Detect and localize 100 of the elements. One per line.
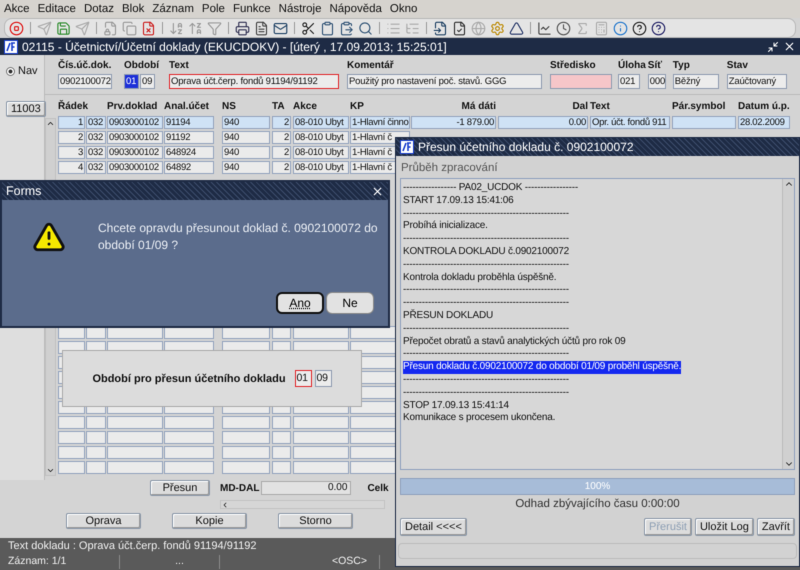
menu-item[interactable]: Dotaz [84,3,114,15]
scroll-up-icon[interactable] [46,119,55,128]
clipboard-icon[interactable] [320,20,335,36]
table-cell [86,431,106,444]
dialog-button[interactable]: Zavřít [756,518,795,536]
document-delete-icon[interactable] [141,20,156,36]
field-label: Úloha [618,60,646,72]
log-line: START 17.09.13 15:41:06 [403,194,514,208]
close-icon[interactable] [371,184,384,198]
column-header: KP [350,100,365,114]
mail-icon[interactable] [273,20,288,36]
table-cell: 940 [222,161,270,174]
table-cell: 2 [272,161,291,174]
input-field[interactable]: Běžný [672,74,719,89]
input-field[interactable]: Oprava účt.čerp. fondů 91194/91192 [169,74,339,89]
action-button[interactable]: Storno [278,513,353,529]
field-label: Síť [648,60,662,72]
table-cell: 64892 [164,161,214,174]
input-field[interactable]: Použitý pro nastavení poč. stavů. GGG [347,74,542,89]
help-icon[interactable] [651,20,666,36]
input-field[interactable]: 021 [618,74,640,89]
progress-label: 100% [584,481,612,492]
record-button[interactable]: 11003 [6,101,46,117]
column-header: Dal [571,100,588,114]
record-counter: Záznam: 1/1 [8,555,120,569]
input-field[interactable] [550,74,612,89]
table-cell [222,461,270,474]
input-field[interactable]: 0902100072 [58,74,112,89]
close-icon[interactable] [783,40,796,53]
input-field[interactable]: Zaúčtovaný [726,74,787,89]
paste-icon[interactable] [339,20,354,36]
action-button[interactable]: Oprava [66,513,141,529]
table-cell: 0903000102 [107,131,163,144]
triangle-icon[interactable] [509,20,524,36]
log-line: Kontrola dokladu proběhla úspěšně. [403,272,556,284]
field-label: Období [124,60,159,72]
document-check-icon[interactable] [452,20,467,36]
table-cell: 032 [86,116,106,129]
table-cell: 0903000102 [107,116,163,129]
dialog-button[interactable]: Ne [326,292,374,314]
chart-icon[interactable] [537,20,552,36]
table-cell [293,416,349,429]
menu-item[interactable]: Pole [202,3,225,15]
dialog-button[interactable]: Detail <<<< [400,518,467,536]
clock-icon[interactable] [556,20,571,36]
table-cell [86,416,106,429]
table-cell [58,431,85,444]
log-line: ----------------------------------------------------- [403,374,569,387]
period-field[interactable]: 09 [314,370,332,387]
radio-button[interactable] [6,66,15,76]
warning-icon [32,220,66,254]
document-icon[interactable] [254,20,269,36]
table-cell [293,431,349,444]
menu-item[interactable]: Editace [38,3,76,15]
period-field[interactable]: 01 [294,370,312,387]
period-field[interactable]: 01 [124,74,139,89]
printer-icon[interactable] [235,20,250,36]
log-line: ----------------------------------------------------- [403,284,569,298]
alert-message: Chcete opravdu přesunout doklad č. 0902100072 do období 01/09 ? [98,220,379,254]
period-label: Období pro přesun účetního dokladu [92,372,286,384]
dialog-button[interactable]: Uložit Log [694,518,754,536]
search-icon[interactable] [358,20,373,36]
md-dal-field: 0.00 [261,481,352,495]
stop-icon[interactable] [9,20,24,36]
table-cell [86,446,106,459]
table-cell [164,446,214,459]
period-field[interactable]: 09 [140,74,155,89]
input-field[interactable]: 000 [648,74,666,89]
menu-item[interactable]: Okno [390,3,418,15]
log-line: ----------------------------------------------------- [403,233,569,246]
menu-item[interactable]: Záznam [152,3,194,15]
move-button[interactable]: Přesun [150,480,210,496]
log-line: ----------------------------------------------------- [403,297,569,309]
restore-icon[interactable] [767,40,779,52]
info-icon[interactable] [613,20,628,36]
table-cell: 940 [222,131,270,144]
vertical-scrollbar[interactable] [782,179,794,469]
table-cell: 0.00 [498,116,588,129]
import-icon[interactable] [433,20,448,36]
scroll-left-icon[interactable] [221,500,229,508]
table-cell: 08-010 Ubyt [293,131,349,144]
app-logo-icon [400,140,414,154]
table-cell [293,461,349,474]
menu-item[interactable]: Funkce [232,3,271,15]
help-icon[interactable] [632,20,647,36]
field-label: Typ [672,60,690,72]
table-cell [222,431,270,444]
scissors-icon[interactable] [301,20,316,36]
dialog-button[interactable]: Ano [276,292,324,314]
table-cell [164,431,214,444]
action-button[interactable]: Kopie [172,513,247,529]
horizontal-scrollbar[interactable] [220,500,385,509]
field-label: Text [169,60,189,72]
menu-item[interactable]: Blok [122,3,144,15]
save-icon[interactable] [56,20,71,36]
menu-item[interactable]: Nástroje [278,3,322,15]
log-line: PŘESUN DOKLADU [403,310,493,323]
menu-item[interactable]: Nápověda [329,3,382,15]
menu-item[interactable]: Akce [4,3,30,15]
scroll-down-icon[interactable] [46,466,55,475]
